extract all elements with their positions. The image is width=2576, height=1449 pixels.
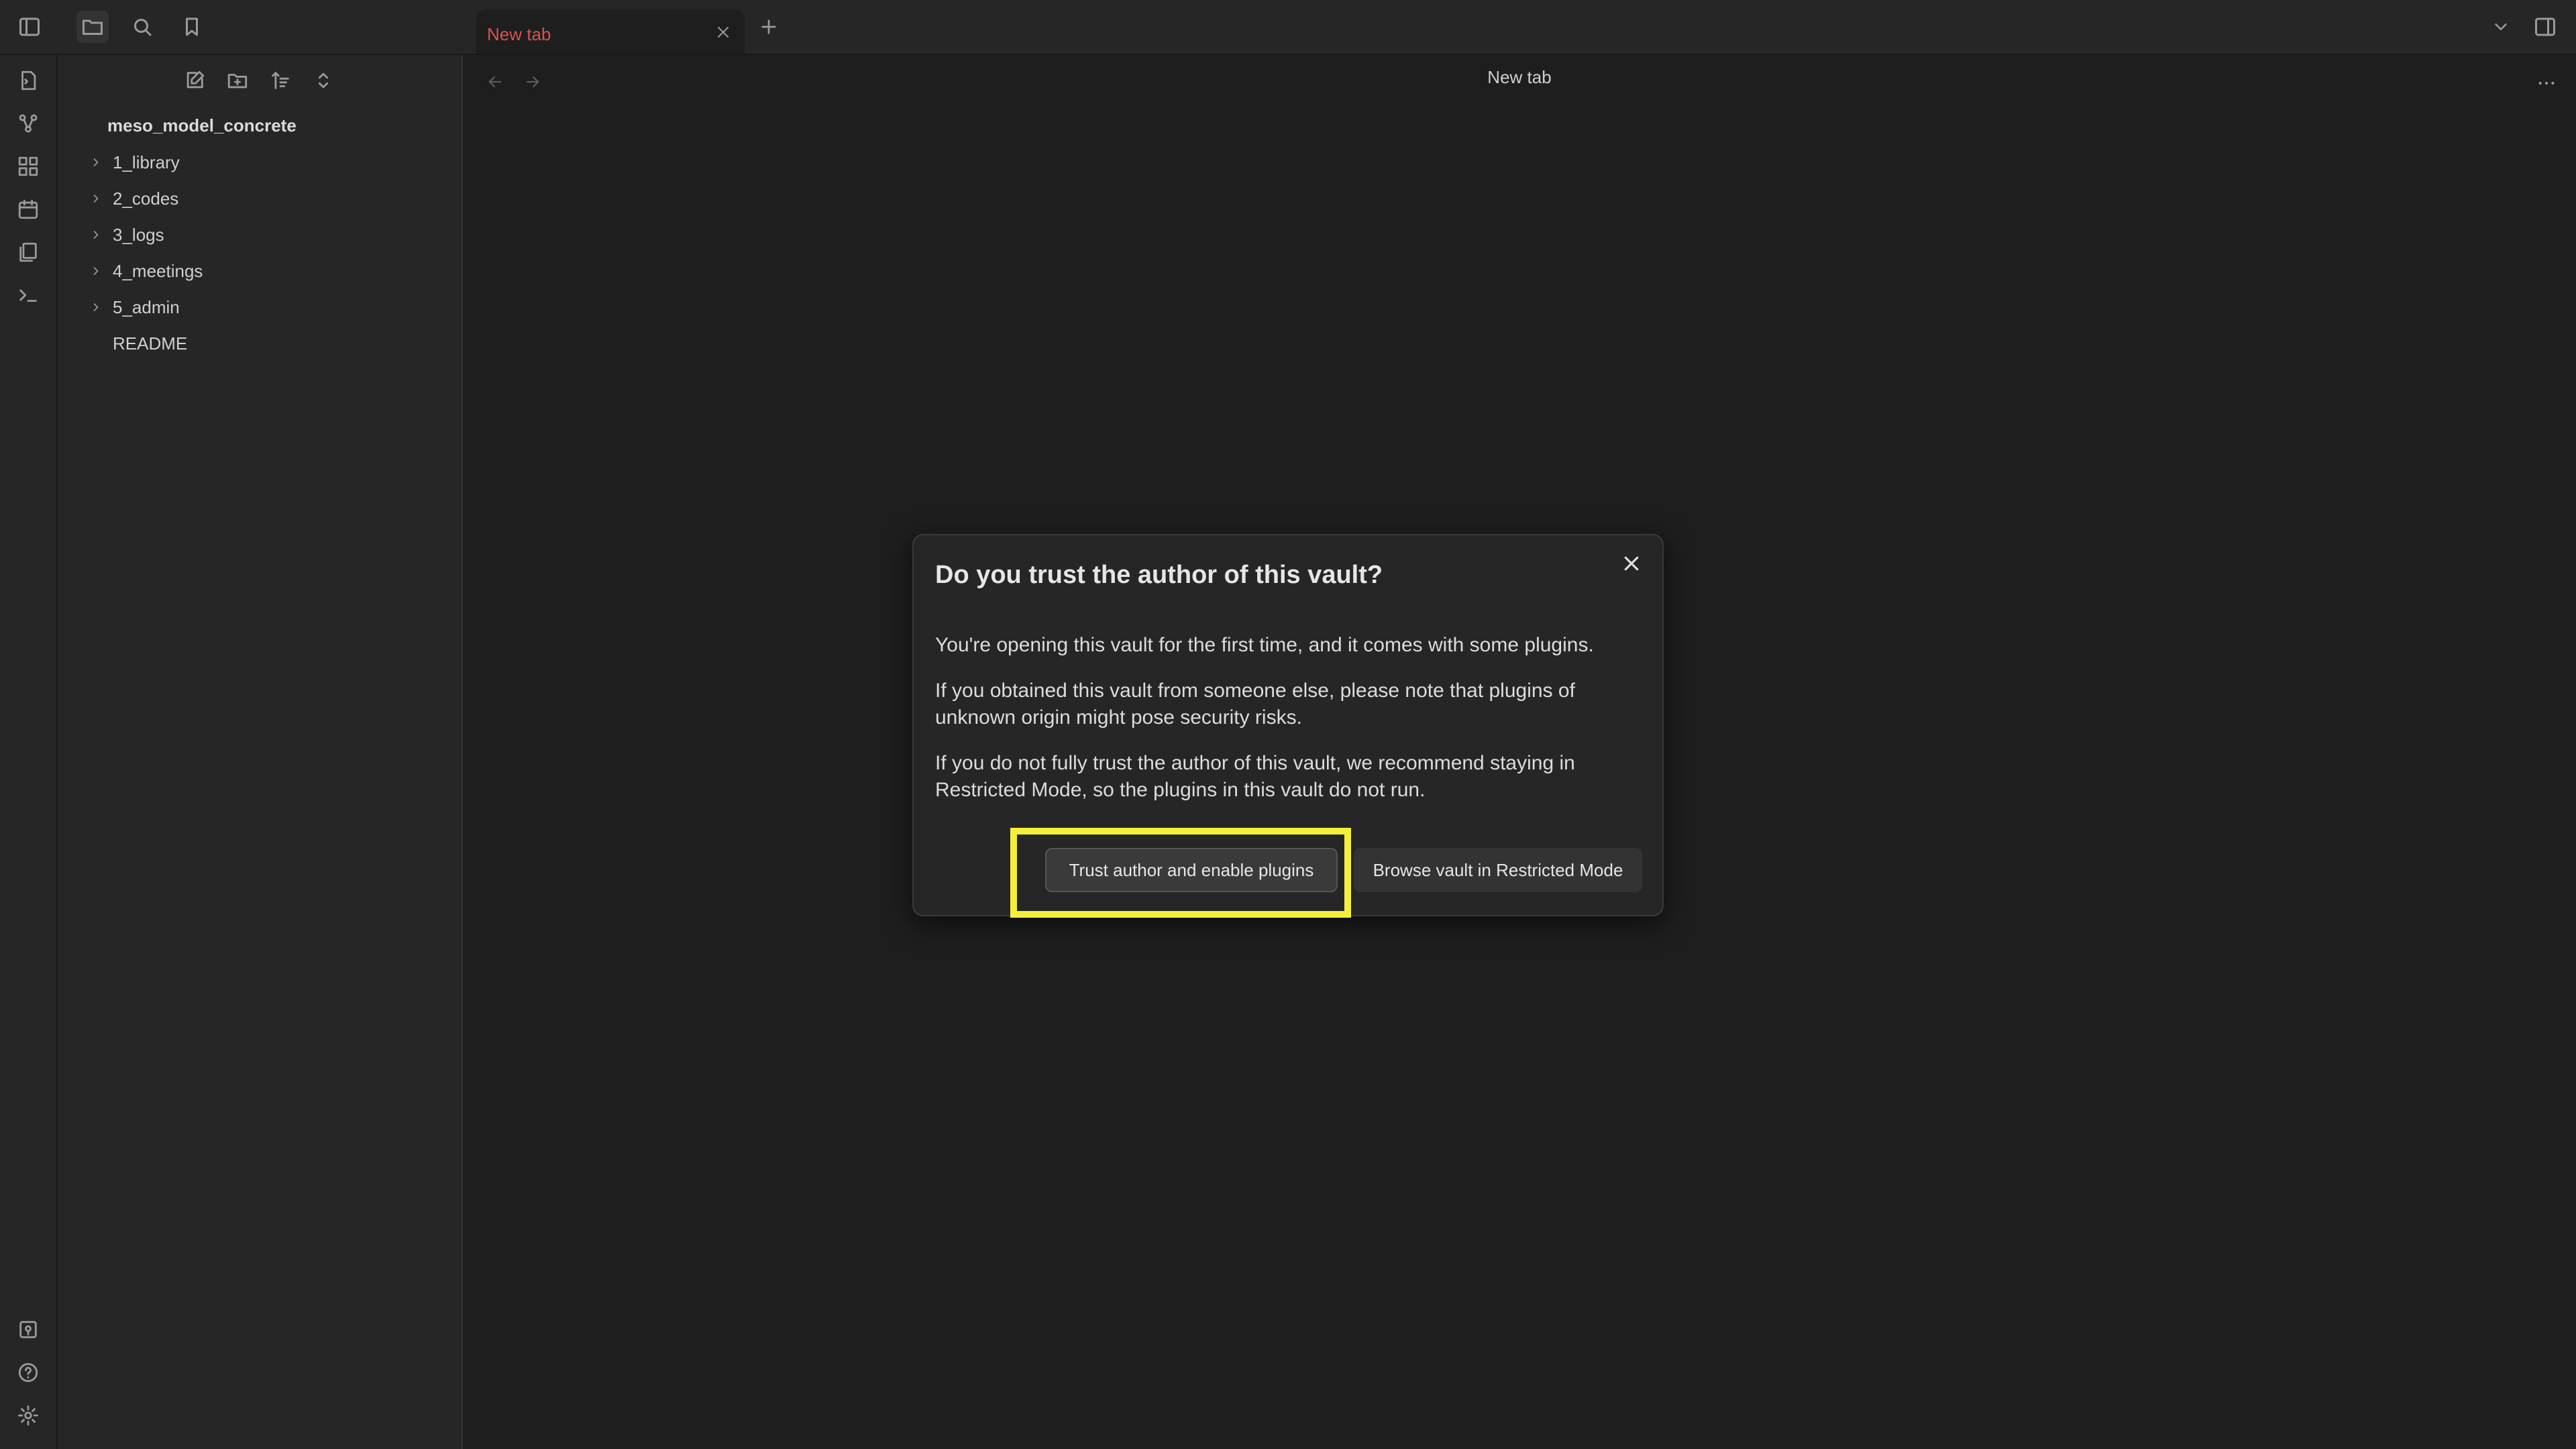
view-title: New tab (1487, 67, 1552, 87)
close-icon[interactable] (712, 21, 734, 43)
file-item-readme[interactable]: README (85, 326, 447, 361)
new-tab-plus-icon[interactable] (753, 11, 785, 43)
folder-item-2-codes[interactable]: 2_codes (85, 181, 447, 216)
folder-label: 4_meetings (113, 260, 203, 281)
dialog-paragraph-first-time: You're opening this vault for the first … (935, 634, 1594, 656)
chevron-right-icon (85, 228, 107, 241)
sort-icon[interactable] (264, 64, 297, 97)
chevron-right-icon (85, 301, 107, 314)
dialog-title: Do you trust the author of this vault? (935, 561, 1383, 589)
vault-name[interactable]: meso_model_concrete (107, 115, 297, 136)
graph-icon[interactable] (12, 107, 44, 140)
ribbon (0, 55, 58, 1449)
open-quick-switcher-icon[interactable] (12, 64, 44, 97)
new-note-icon[interactable] (178, 64, 211, 97)
chevron-right-icon (85, 156, 107, 169)
browse-restricted-mode-button[interactable]: Browse vault in Restricted Mode (1354, 848, 1642, 892)
folder-item-1-library[interactable]: 1_library (85, 145, 447, 180)
chevron-down-icon[interactable] (2485, 11, 2517, 43)
folder-item-4-meetings[interactable]: 4_meetings (85, 254, 447, 288)
templates-icon[interactable] (12, 236, 44, 268)
command-palette-icon[interactable] (12, 279, 44, 311)
canvas-icon[interactable] (12, 150, 44, 182)
sidebar-toggle-icon[interactable] (13, 11, 46, 43)
bookmark-icon[interactable] (176, 11, 208, 43)
folder-label: 3_logs (113, 224, 164, 245)
folder-label: 1_library (113, 152, 180, 172)
folder-item-5-admin[interactable]: 5_admin (85, 290, 447, 325)
help-icon[interactable] (12, 1356, 44, 1389)
tab-label: New tab (487, 24, 551, 44)
close-icon[interactable] (1615, 547, 1648, 580)
folder-label: 2_codes (113, 188, 179, 209)
folder-item-3-logs[interactable]: 3_logs (85, 217, 447, 252)
chevron-right-icon (85, 192, 107, 205)
title-bar: New tab (0, 0, 2576, 55)
chevron-right-icon (85, 264, 107, 278)
new-folder-icon[interactable] (221, 64, 254, 97)
collapse-all-icon[interactable] (307, 64, 339, 97)
folder-icon[interactable] (76, 11, 109, 43)
dialog-paragraph-restricted-mode: If you do not fully trust the author of … (935, 752, 1575, 801)
file-explorer: meso_model_concrete 1_library 2_codes 3_… (58, 55, 463, 1449)
dialog-paragraph-security-risk: If you obtained this vault from someone … (935, 680, 1575, 729)
more-options-icon[interactable] (2530, 67, 2563, 99)
folder-label: 5_admin (113, 297, 180, 317)
highlight-box (1010, 828, 1351, 918)
search-icon[interactable] (126, 11, 158, 43)
daily-note-icon[interactable] (12, 193, 44, 225)
vault-switcher-icon[interactable] (12, 1313, 44, 1346)
right-sidebar-toggle-icon[interactable] (2529, 11, 2561, 43)
file-label: README (113, 333, 188, 354)
settings-icon[interactable] (12, 1399, 44, 1432)
tab-new-tab[interactable]: New tab (476, 9, 745, 54)
